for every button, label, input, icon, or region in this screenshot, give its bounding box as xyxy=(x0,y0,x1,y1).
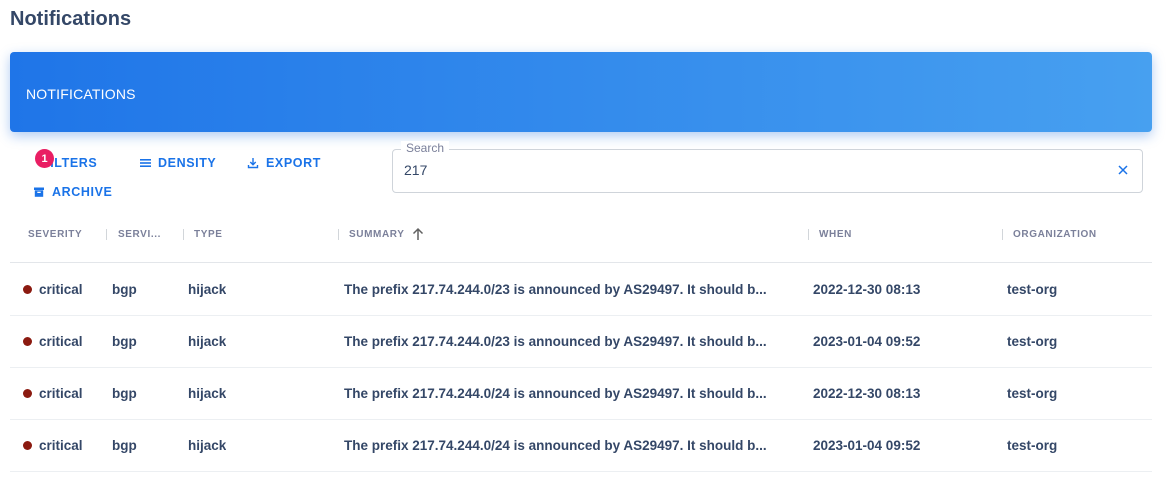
cell-type: hijack xyxy=(188,334,227,349)
table-row[interactable]: critical bgp hijack The prefix 217.74.24… xyxy=(10,315,1152,368)
cell-when: 2023-01-04 09:52 xyxy=(813,334,921,349)
archive-button[interactable]: ARCHIVE xyxy=(33,185,112,199)
cell-organization: test-org xyxy=(1007,334,1058,349)
filters-count-badge: 1 xyxy=(35,149,54,168)
cell-when: 2022-12-30 08:13 xyxy=(813,282,921,297)
column-header-summary[interactable]: SUMMARY xyxy=(349,229,405,240)
table-row[interactable]: critical bgp hijack The prefix 217.74.24… xyxy=(10,367,1152,420)
cell-service: bgp xyxy=(112,386,137,401)
density-label: DENSITY xyxy=(158,156,217,170)
search-field[interactable]: Search xyxy=(392,141,1143,193)
cell-severity: critical xyxy=(39,386,83,401)
density-lines-icon xyxy=(139,157,151,169)
column-separator[interactable] xyxy=(183,229,184,240)
severity-dot-icon xyxy=(23,337,32,346)
cell-organization: test-org xyxy=(1007,386,1058,401)
cell-summary: The prefix 217.74.244.0/23 is announced … xyxy=(344,334,767,349)
cell-service: bgp xyxy=(112,438,137,453)
card-header: NOTIFICATIONS xyxy=(10,52,1152,132)
column-header-type[interactable]: TYPE xyxy=(194,229,223,240)
export-button[interactable]: EXPORT xyxy=(247,156,321,170)
column-separator[interactable] xyxy=(1002,229,1003,240)
cell-type: hijack xyxy=(188,438,227,453)
column-header-severity[interactable]: SEVERITY xyxy=(28,229,82,240)
column-header-service[interactable]: SERVI... xyxy=(118,229,161,240)
cell-organization: test-org xyxy=(1007,438,1058,453)
cell-organization: test-org xyxy=(1007,282,1058,297)
column-separator[interactable] xyxy=(338,229,339,240)
cell-type: hijack xyxy=(188,282,227,297)
page-title: Notifications xyxy=(10,8,132,30)
cell-severity: critical xyxy=(39,334,83,349)
cell-service: bgp xyxy=(112,282,137,297)
cell-summary: The prefix 217.74.244.0/23 is announced … xyxy=(344,282,767,297)
card-header-title: NOTIFICATIONS xyxy=(26,86,136,102)
severity-dot-icon xyxy=(23,285,32,294)
cell-summary: The prefix 217.74.244.0/24 is announced … xyxy=(344,438,767,453)
column-separator[interactable] xyxy=(106,229,107,240)
density-button[interactable]: DENSITY xyxy=(139,156,216,170)
archive-label: ARCHIVE xyxy=(52,185,113,199)
severity-dot-icon xyxy=(23,441,32,450)
arrow-up-icon[interactable] xyxy=(410,226,426,242)
cell-when: 2023-01-04 09:52 xyxy=(813,438,921,453)
cell-service: bgp xyxy=(112,334,137,349)
cell-summary: The prefix 217.74.244.0/24 is announced … xyxy=(344,386,767,401)
archive-box-icon xyxy=(33,186,45,198)
cell-severity: critical xyxy=(39,282,83,297)
download-icon xyxy=(247,157,259,169)
table-row[interactable]: critical bgp hijack The prefix 217.74.24… xyxy=(10,263,1152,316)
cell-severity: critical xyxy=(39,438,83,453)
close-icon[interactable] xyxy=(1116,163,1130,177)
column-header-when[interactable]: WHEN xyxy=(819,229,852,240)
column-separator[interactable] xyxy=(808,229,809,240)
severity-dot-icon xyxy=(23,389,32,398)
column-header-organization[interactable]: ORGANIZATION xyxy=(1013,229,1097,240)
cell-when: 2022-12-30 08:13 xyxy=(813,386,921,401)
export-label: EXPORT xyxy=(266,156,321,170)
table-row[interactable]: critical bgp hijack The prefix 217.74.24… xyxy=(10,419,1152,472)
search-input[interactable] xyxy=(404,162,1084,178)
search-label: Search xyxy=(401,141,450,155)
cell-type: hijack xyxy=(188,386,227,401)
